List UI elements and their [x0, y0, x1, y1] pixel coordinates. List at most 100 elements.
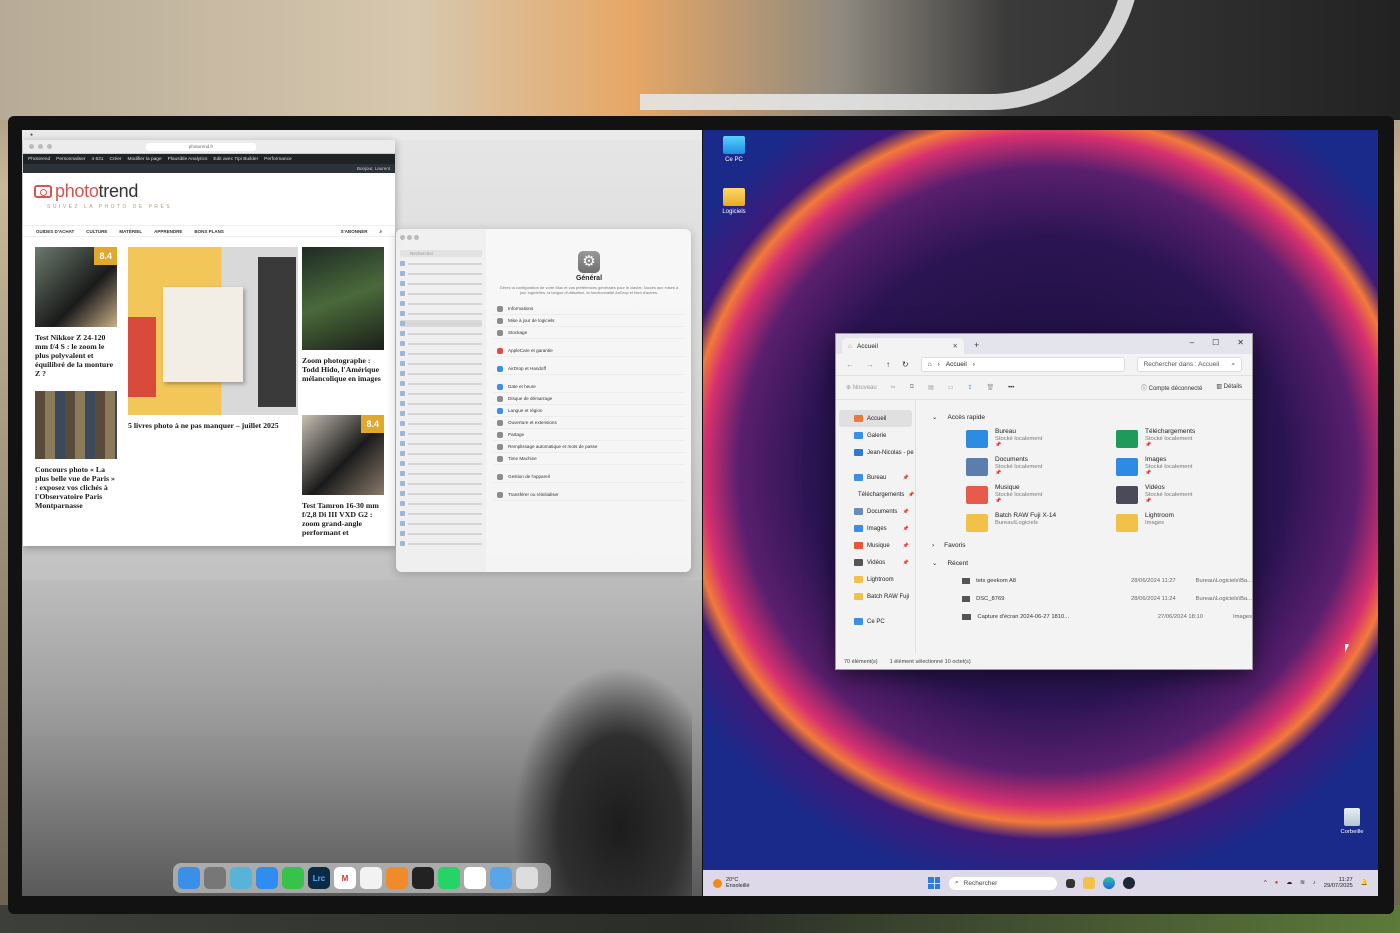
sidebar-item-general[interactable]	[400, 320, 482, 327]
settings-row[interactable]: Gestion de l'appareil	[494, 471, 684, 483]
settings-row[interactable]: Partage	[494, 429, 684, 441]
settings-row[interactable]: Stockage	[494, 327, 684, 339]
folder-icon[interactable]	[490, 867, 512, 889]
sidebar-item[interactable]	[400, 380, 482, 387]
sidebar-item[interactable]: Images 📌	[836, 520, 915, 537]
sidebar-item[interactable]: Jean-Nicolas - pe	[836, 444, 915, 461]
sidebar-item[interactable]	[400, 540, 482, 547]
close-button[interactable]: ✕	[1237, 338, 1244, 347]
rename-icon[interactable]: ▭	[948, 384, 954, 391]
new-tab-button[interactable]: +	[974, 340, 979, 350]
article-title[interactable]: Test Nikkor Z 24-120 mm f/4 S : le zoom …	[35, 333, 117, 378]
settings-row[interactable]: Informations	[494, 303, 684, 315]
settings-row[interactable]: Mise à jour de logiciels	[494, 315, 684, 327]
share-icon[interactable]: ⇪	[967, 384, 972, 391]
sidebar-item[interactable]	[400, 260, 482, 267]
settings-row[interactable]: Time Machine	[494, 453, 684, 465]
sidebar-item[interactable]	[400, 370, 482, 377]
desktop-icon-logiciels[interactable]: Logiciels	[716, 188, 752, 215]
settings-row[interactable]: AppleCare et garantie	[494, 345, 684, 357]
section-recent[interactable]: ⌄ Récent	[932, 556, 1252, 570]
forward-arrow-icon[interactable]: →	[866, 360, 874, 369]
file-explorer-icon[interactable]	[1083, 877, 1095, 889]
apple-icon[interactable]: ●	[30, 132, 33, 138]
wp-bar-item[interactable]: Edit avec Tipi Builder	[213, 157, 258, 162]
weather-widget[interactable]: 20°C Ensoleillé	[713, 877, 750, 889]
sidebar-item[interactable]	[400, 460, 482, 467]
folder-tile[interactable]: Batch RAW Fuji X-14 Bureau\Logiciels	[966, 512, 1116, 532]
sidebar-item[interactable]	[400, 520, 482, 527]
app-icon[interactable]	[412, 867, 434, 889]
zoom-dot[interactable]	[413, 235, 419, 240]
folder-tile[interactable]: Téléchargements Stocké localement 📌	[1116, 428, 1252, 448]
article-title[interactable]: Test Tamron 16-30 mm f/2,8 Di III VXD G2…	[302, 501, 384, 537]
search-icon[interactable]: ⌕	[379, 229, 382, 234]
more-icon[interactable]: •••	[1008, 385, 1014, 391]
article-title[interactable]: Zoom photographe : Todd Hido, l'Amérique…	[302, 356, 384, 383]
sidebar-item[interactable]: Documents 📌	[836, 503, 915, 520]
steam-icon[interactable]	[1123, 877, 1135, 889]
settings-row[interactable]: Date et heure	[494, 381, 684, 393]
details-button[interactable]: ▥ Détails	[1216, 383, 1242, 392]
account-status[interactable]: ⓘ Compte déconnecté	[1141, 383, 1202, 392]
cut-icon[interactable]: ✂	[891, 384, 896, 391]
desktop-icon-ce-pc[interactable]: Ce PC	[716, 136, 752, 163]
nav-item[interactable]: CULTURE	[86, 229, 107, 234]
folder-tile[interactable]: Images Stocké localement 📌	[1116, 456, 1252, 476]
minimize-button[interactable]: –	[1190, 338, 1194, 347]
settings-row[interactable]: Langue et région	[494, 405, 684, 417]
system-settings-window[interactable]: Rechercher ⚙ Général Gérez la configurat…	[396, 229, 691, 572]
sidebar-item[interactable]	[400, 420, 482, 427]
nav-item[interactable]: BONS PLANS	[194, 229, 224, 234]
article-title[interactable]: Concours photo « La plus belle vue de Pa…	[35, 465, 117, 510]
minimize-dot[interactable]	[38, 144, 43, 149]
wp-bar-item[interactable]: Modifier la page	[128, 157, 162, 162]
recent-file-row[interactable]: Capture d'écran 2024-06-27 1810... 27/06/…	[932, 608, 1252, 626]
wifi-icon[interactable]: ≋	[1300, 880, 1305, 886]
site-logo[interactable]: phototrend	[34, 181, 384, 202]
app-icon[interactable]	[386, 867, 408, 889]
notes-icon[interactable]	[360, 867, 382, 889]
chevron-up-icon[interactable]: ^	[1264, 880, 1267, 886]
sidebar-item[interactable]: Galerie	[836, 427, 915, 444]
refresh-icon[interactable]: ↻	[902, 360, 909, 369]
article-title[interactable]: 5 livres photo à ne pas manquer – juille…	[128, 421, 298, 430]
sidebar-item[interactable]	[400, 390, 482, 397]
article-card[interactable]: Zoom photographe : Todd Hido, l'Amérique…	[302, 247, 384, 383]
maximize-button[interactable]: ☐	[1212, 338, 1219, 347]
sidebar-item[interactable]: Téléchargements 📌	[836, 486, 915, 503]
settings-search[interactable]: Rechercher	[400, 250, 482, 257]
nav-item[interactable]: MATÉRIEL	[119, 229, 142, 234]
delete-icon[interactable]: 🗑	[986, 384, 994, 391]
back-arrow-icon[interactable]: ←	[846, 360, 854, 369]
sidebar-item[interactable]	[400, 430, 482, 437]
copy-icon[interactable]: ⧉	[910, 384, 914, 391]
settings-row[interactable]: Remplissage automatique et mots de passe	[494, 441, 684, 453]
trash-icon[interactable]	[516, 867, 538, 889]
wp-bar-item[interactable]: Performance	[264, 157, 291, 162]
app-tray-icon[interactable]: ●	[1275, 880, 1279, 886]
folder-tile[interactable]: Lightroom Images	[1116, 512, 1252, 532]
sidebar-item[interactable]	[400, 350, 482, 357]
zoom-dot[interactable]	[47, 144, 52, 149]
sidebar-item[interactable]	[400, 470, 482, 477]
breadcrumb[interactable]: Accueil	[946, 361, 967, 368]
sidebar-item[interactable]	[400, 530, 482, 537]
section-favorites[interactable]: › Favoris	[932, 538, 1252, 552]
mac-menubar[interactable]: ●	[22, 130, 702, 140]
close-dot[interactable]	[400, 235, 405, 240]
sidebar-item[interactable]	[400, 500, 482, 507]
sidebar-item[interactable]	[400, 410, 482, 417]
sidebar-item[interactable]: Accueil	[839, 410, 912, 427]
section-quick-access[interactable]: ⌄ Accès rapide	[932, 410, 1252, 424]
sidebar-item[interactable]	[400, 360, 482, 367]
subscribe-link[interactable]: S'ABONNER	[341, 229, 368, 234]
recent-file-row[interactable]: DSC_8769 28/06/2024 11:24 Bureau\Logiciels…	[932, 590, 1252, 608]
app-icon[interactable]	[230, 867, 252, 889]
folder-tile[interactable]: Documents Stocké localement 📌	[966, 456, 1116, 476]
url-bar[interactable]: photorend.fr	[146, 142, 256, 151]
close-tab-icon[interactable]: ✕	[953, 342, 958, 350]
gmail-icon[interactable]: M	[334, 867, 356, 889]
whatsapp-icon[interactable]	[438, 867, 460, 889]
explorer-tab[interactable]: ⌂ Accueil ✕	[842, 338, 964, 354]
